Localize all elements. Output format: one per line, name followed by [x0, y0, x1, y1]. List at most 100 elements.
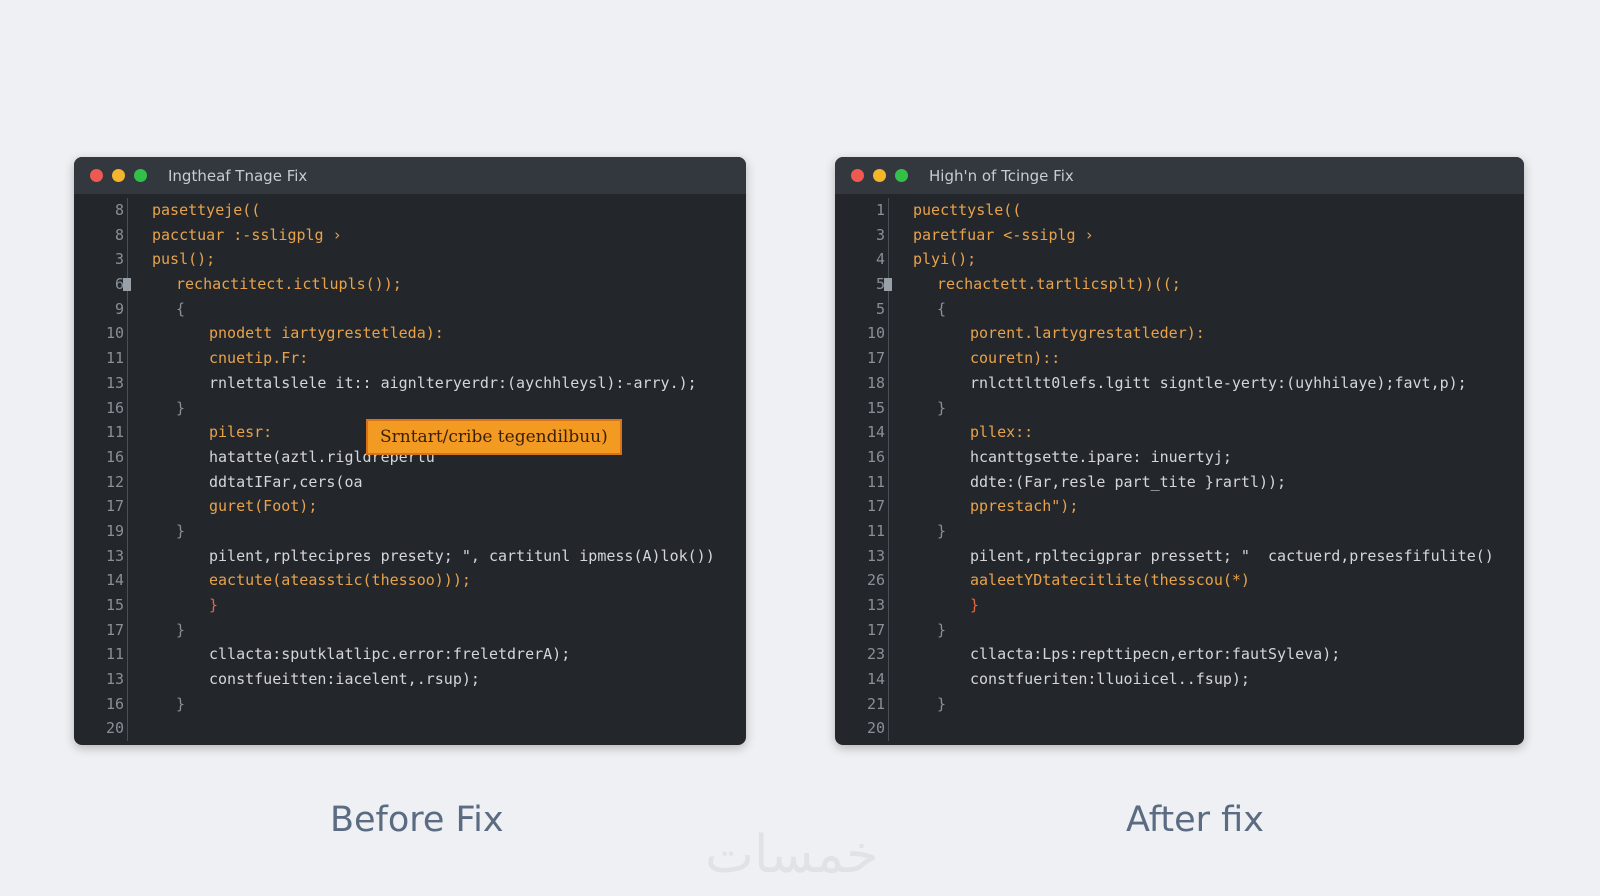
code-line[interactable]: 11 cnuetip.Fr: — [74, 346, 746, 371]
code-line[interactable]: 18 rnlcttltt0lefs.lgitt signtle-yerty:(uy… — [835, 370, 1524, 396]
line-number: 23 — [866, 645, 885, 664]
code-line[interactable]: 17} — [835, 617, 1524, 643]
code-text: } — [176, 521, 186, 540]
close-button[interactable] — [90, 169, 103, 182]
watermark-logo: خمسات — [705, 825, 879, 885]
code-line[interactable]: 5 rechactett.tartlicsplt))((; — [835, 272, 1524, 297]
code-text: plyi(); — [913, 250, 977, 269]
line-number: 1 — [875, 201, 885, 219]
code-text: } — [937, 694, 947, 713]
code-line[interactable]: 9{ — [74, 296, 746, 322]
gutter — [124, 617, 152, 643]
code-line[interactable]: 14 pllex:: — [835, 420, 1524, 445]
gutter — [124, 593, 152, 618]
gutter — [124, 247, 152, 273]
code-line[interactable]: 11 ddte:(Far,resle part_tite }rartl)); — [835, 469, 1524, 495]
code-line[interactable]: 16} — [74, 395, 746, 421]
gutter — [124, 420, 152, 445]
code-line[interactable]: 21} — [835, 691, 1524, 717]
code-line[interactable]: 16} — [74, 691, 746, 717]
code-line[interactable]: 13} — [835, 593, 1524, 618]
code-text: constfueitten:iacelent,.rsup); — [209, 670, 480, 689]
code-line[interactable]: 4 plyi(); — [835, 247, 1524, 273]
code-line[interactable]: 15} — [835, 395, 1524, 421]
code-line[interactable]: 16 hcanttgsette.ipare: inuertyj; — [835, 444, 1524, 470]
gutter — [885, 716, 913, 742]
code-line[interactable]: 3 paretfuar <-ssiplg › — [835, 222, 1524, 248]
code-line[interactable]: 23 cllacta:Lps:repttipecn,ertor:fautSylev… — [835, 642, 1524, 668]
code-line[interactable]: 14 constfueriten:lluoiicel..fsup); — [835, 667, 1524, 692]
gutter — [124, 296, 152, 322]
code-text: pilent,rpltecigprar pressett; " cactuerd… — [970, 546, 1494, 565]
code-text: rnlettalslele it:: aignlteryerdr:(aychhl… — [209, 373, 697, 392]
line-number: 11 — [105, 423, 124, 442]
code-line[interactable]: 1 puecttysle(( — [835, 198, 1524, 223]
maximize-button[interactable] — [134, 169, 147, 182]
after-window-title: High'n of Tcinge Fix — [929, 166, 1074, 185]
code-line[interactable]: 12 ddtatIFar,cers(oa — [74, 469, 746, 495]
after-code-area[interactable]: 1 puecttysle(( 3 paretfuar <-ssiplg › 4 plyi(… — [835, 194, 1524, 742]
code-line[interactable]: 13 constfueitten:iacelent,.rsup); — [74, 667, 746, 692]
code-line[interactable]: 14 eactute(ateasstic(thessoo))); — [74, 568, 746, 593]
code-line[interactable]: 8 pacctuar :-ssligplg › — [74, 222, 746, 248]
code-line[interactable]: 5{ — [835, 296, 1524, 322]
gutter — [124, 691, 152, 717]
before-code-area[interactable]: 8 pasettyeje((8 pacctuar :-ssligplg › 3 pusl… — [74, 194, 746, 742]
code-text: } — [209, 596, 219, 614]
close-button[interactable] — [851, 169, 864, 182]
code-line[interactable]: 10 porent.lartygrestatleder): — [835, 321, 1524, 347]
gutter — [885, 518, 913, 544]
code-text: puecttysle(( — [913, 201, 1022, 219]
gutter — [124, 395, 152, 421]
gutter — [885, 222, 913, 248]
code-line[interactable]: 19} — [74, 518, 746, 544]
code-line[interactable]: 20 — [74, 716, 746, 742]
code-line[interactable]: 11} — [835, 518, 1524, 544]
code-line[interactable]: 3 pusl(); — [74, 247, 746, 273]
before-window-title: Ingtheaf Tnage Fix — [168, 166, 308, 185]
gutter — [124, 222, 152, 248]
code-line[interactable]: 17} — [74, 617, 746, 643]
gutter — [885, 593, 913, 618]
gutter — [885, 494, 913, 519]
line-number: 18 — [866, 373, 885, 392]
code-text: paretfuar <-ssiplg › — [913, 225, 1094, 244]
minimize-button[interactable] — [112, 169, 125, 182]
code-line[interactable]: 15} — [74, 593, 746, 618]
gutter — [885, 198, 913, 223]
code-line[interactable]: 20 — [835, 716, 1524, 742]
error-tooltip: Srntart/cribe tegendilbuu) — [366, 419, 622, 455]
gutter — [124, 469, 152, 495]
code-text: pllex:: — [970, 423, 1034, 442]
minimize-button[interactable] — [873, 169, 886, 182]
gutter — [124, 568, 152, 593]
code-line[interactable]: 13 pilent,rpltecipres presety; ", cartitu… — [74, 543, 746, 569]
gutter — [885, 617, 913, 643]
line-number: 11 — [866, 521, 885, 540]
code-line[interactable]: 10 pnodett iartygrestetleda): — [74, 321, 746, 347]
gutter — [885, 420, 913, 445]
maximize-button[interactable] — [895, 169, 908, 182]
code-text: rechactitect.ictlupls()); — [176, 275, 402, 294]
code-line[interactable]: 17 couretn):: — [835, 346, 1524, 371]
code-line[interactable]: 17 pprestach"); — [835, 494, 1524, 519]
line-number: 13 — [105, 373, 124, 392]
line-number: 17 — [866, 620, 885, 639]
code-line[interactable]: 8 pasettyeje(( — [74, 198, 746, 223]
code-line[interactable]: 13 pilent,rpltecigprar pressett; " cactue… — [835, 543, 1524, 569]
line-number: 15 — [105, 596, 124, 614]
code-line[interactable]: 26 aaleetYDtatecitlite(thesscou(*) — [835, 568, 1524, 593]
breakpoint-marker — [884, 278, 892, 292]
code-line[interactable]: 11 cllacta:sputklatlipc.error:freletdrerA… — [74, 642, 746, 668]
code-line[interactable]: 17 guret(Foot); — [74, 494, 746, 519]
line-number: 14 — [866, 670, 885, 689]
line-number: 13 — [866, 546, 885, 565]
code-line[interactable]: 6 rechactitect.ictlupls()); — [74, 272, 746, 297]
line-number: 13 — [866, 596, 885, 614]
line-number: 11 — [866, 472, 885, 491]
breakpoint-marker — [123, 278, 131, 292]
code-text: } — [176, 694, 186, 713]
code-line[interactable]: 13 rnlettalslele it:: aignlteryerdr:(aych… — [74, 370, 746, 396]
line-number: 15 — [866, 398, 885, 417]
code-text: constfueriten:lluoiicel..fsup); — [970, 670, 1250, 689]
